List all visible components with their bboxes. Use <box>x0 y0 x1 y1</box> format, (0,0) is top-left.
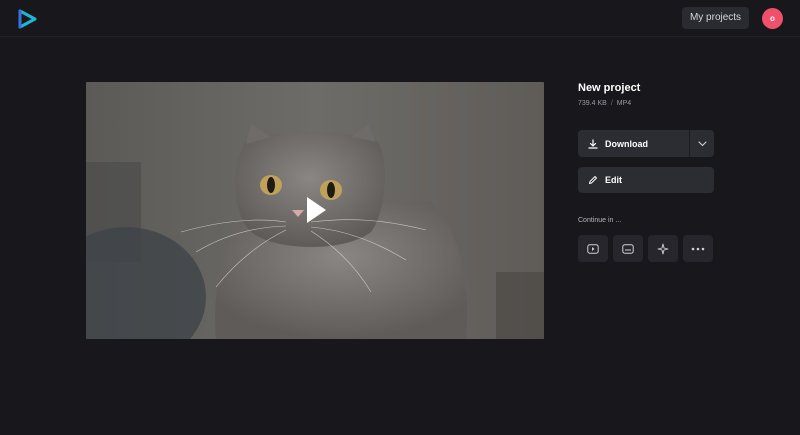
continue-youtube-button[interactable] <box>578 235 608 262</box>
edit-button[interactable]: Edit <box>578 167 714 193</box>
file-size: 739.4 KB <box>578 100 607 107</box>
download-label: Download <box>605 138 648 149</box>
download-icon <box>588 138 598 149</box>
youtube-icon <box>587 243 599 254</box>
continue-more-button[interactable] <box>683 235 713 262</box>
continue-in-label: Continue in ... <box>578 217 622 224</box>
meta-separator: / <box>610 100 613 107</box>
top-bar: My projects o <box>0 0 800 37</box>
download-button[interactable]: Download <box>578 130 689 157</box>
continue-subtitles-button[interactable] <box>613 235 643 262</box>
project-title: New project <box>578 82 641 94</box>
play-logo-icon[interactable] <box>17 9 37 29</box>
my-projects-button[interactable]: My projects <box>682 7 749 29</box>
download-split-button: Download <box>578 130 714 157</box>
avatar[interactable]: o <box>762 8 783 29</box>
continue-ai-button[interactable] <box>648 235 678 262</box>
more-icon <box>691 247 705 250</box>
download-options-button[interactable] <box>690 130 714 157</box>
pencil-icon <box>589 176 597 184</box>
play-button[interactable] <box>303 194 329 226</box>
project-meta: 739.4 KB / MP4 <box>578 100 631 107</box>
subtitles-icon <box>622 243 634 254</box>
sparkle-icon <box>657 243 669 254</box>
edit-label: Edit <box>605 175 622 185</box>
play-icon <box>307 197 326 223</box>
video-preview[interactable] <box>86 82 544 339</box>
file-format: MP4 <box>616 100 632 107</box>
chevron-down-icon <box>697 140 707 146</box>
